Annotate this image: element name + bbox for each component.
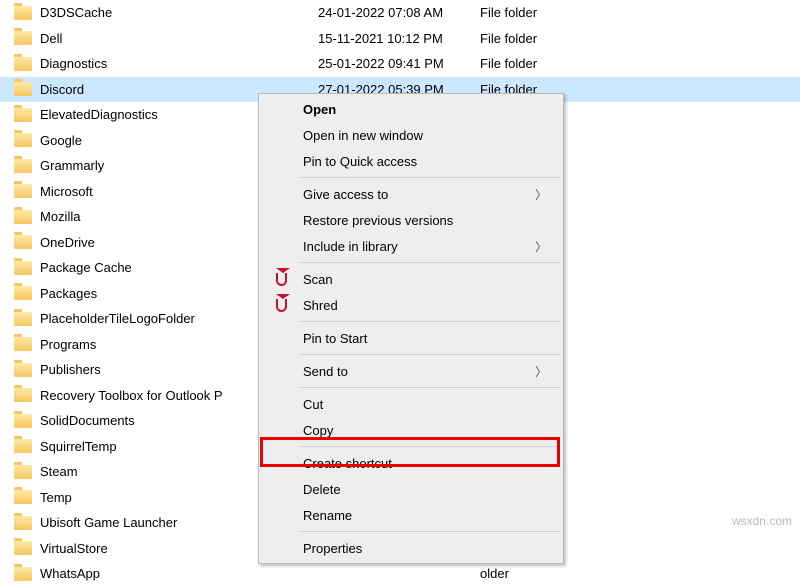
folder-icon xyxy=(14,541,32,555)
folder-icon xyxy=(14,159,32,173)
folder-icon xyxy=(14,235,32,249)
menu-create-shortcut-label: Create shortcut xyxy=(303,456,392,471)
folder-icon xyxy=(14,490,32,504)
menu-properties-label: Properties xyxy=(303,541,362,556)
menu-shred-label: Shred xyxy=(303,298,338,313)
menu-copy[interactable]: Copy xyxy=(261,417,561,443)
folder-icon xyxy=(14,286,32,300)
file-row[interactable]: WhatsApp older xyxy=(0,561,800,587)
menu-rename-label: Rename xyxy=(303,508,352,523)
file-type: File folder xyxy=(480,56,800,71)
menu-properties[interactable]: Properties xyxy=(261,535,561,561)
menu-give-access-to[interactable]: Give access to 〉 xyxy=(261,181,561,207)
folder-icon xyxy=(14,133,32,147)
menu-shred[interactable]: Shred xyxy=(261,292,561,318)
menu-include-in-library[interactable]: Include in library 〉 xyxy=(261,233,561,259)
menu-copy-label: Copy xyxy=(303,423,333,438)
menu-restore-previous[interactable]: Restore previous versions xyxy=(261,207,561,233)
menu-give-access-to-label: Give access to xyxy=(303,187,388,202)
folder-icon xyxy=(14,210,32,224)
watermark: wsxdn.com xyxy=(732,514,792,528)
menu-cut[interactable]: Cut xyxy=(261,391,561,417)
folder-icon xyxy=(14,261,32,275)
menu-include-in-library-label: Include in library xyxy=(303,239,398,254)
file-date: 15-11-2021 10:12 PM xyxy=(318,31,480,46)
folder-icon xyxy=(14,465,32,479)
folder-icon xyxy=(14,516,32,530)
menu-separator xyxy=(299,262,560,263)
folder-icon xyxy=(14,184,32,198)
folder-icon xyxy=(14,108,32,122)
menu-separator xyxy=(299,354,560,355)
menu-separator xyxy=(299,531,560,532)
menu-pin-to-start[interactable]: Pin to Start xyxy=(261,325,561,351)
menu-rename[interactable]: Rename xyxy=(261,502,561,528)
menu-cut-label: Cut xyxy=(303,397,323,412)
file-name: Diagnostics xyxy=(40,56,318,71)
menu-open-new-window[interactable]: Open in new window xyxy=(261,122,561,148)
menu-open-new-window-label: Open in new window xyxy=(303,128,423,143)
menu-restore-previous-label: Restore previous versions xyxy=(303,213,453,228)
folder-icon xyxy=(14,414,32,428)
folder-icon xyxy=(14,337,32,351)
menu-delete[interactable]: Delete xyxy=(261,476,561,502)
file-type: File folder xyxy=(480,31,800,46)
menu-open[interactable]: Open xyxy=(261,96,561,122)
folder-icon xyxy=(14,439,32,453)
file-date: 24-01-2022 07:08 AM xyxy=(318,5,480,20)
menu-separator xyxy=(299,321,560,322)
menu-separator xyxy=(299,387,560,388)
menu-send-to[interactable]: Send to 〉 xyxy=(261,358,561,384)
menu-send-to-label: Send to xyxy=(303,364,348,379)
menu-pin-quick-access[interactable]: Pin to Quick access xyxy=(261,148,561,174)
file-type: older xyxy=(480,566,800,581)
menu-scan-label: Scan xyxy=(303,272,333,287)
menu-scan[interactable]: Scan xyxy=(261,266,561,292)
chevron-right-icon: 〉 xyxy=(535,186,547,203)
folder-icon xyxy=(14,312,32,326)
menu-separator xyxy=(299,446,560,447)
folder-icon xyxy=(14,567,32,581)
menu-pin-to-start-label: Pin to Start xyxy=(303,331,367,346)
file-type: File folder xyxy=(480,5,800,20)
chevron-right-icon: 〉 xyxy=(535,238,547,255)
folder-icon xyxy=(14,363,32,377)
menu-create-shortcut[interactable]: Create shortcut xyxy=(261,450,561,476)
file-name: Dell xyxy=(40,31,318,46)
file-name: WhatsApp xyxy=(40,566,318,581)
menu-open-label: Open xyxy=(303,102,336,117)
file-date: 25-01-2022 09:41 PM xyxy=(318,56,480,71)
folder-icon xyxy=(14,82,32,96)
folder-icon xyxy=(14,57,32,71)
file-name: D3DSCache xyxy=(40,5,318,20)
file-row[interactable]: Diagnostics25-01-2022 09:41 PMFile folde… xyxy=(0,51,800,77)
file-row[interactable]: D3DSCache24-01-2022 07:08 AMFile folder xyxy=(0,0,800,26)
chevron-right-icon: 〉 xyxy=(535,363,547,380)
menu-delete-label: Delete xyxy=(303,482,341,497)
folder-icon xyxy=(14,6,32,20)
file-row[interactable]: Dell15-11-2021 10:12 PMFile folder xyxy=(0,26,800,52)
mcafee-shield-icon xyxy=(273,271,289,287)
menu-pin-quick-access-label: Pin to Quick access xyxy=(303,154,417,169)
folder-icon xyxy=(14,388,32,402)
mcafee-shield-icon xyxy=(273,297,289,313)
folder-icon xyxy=(14,31,32,45)
menu-separator xyxy=(299,177,560,178)
context-menu: Open Open in new window Pin to Quick acc… xyxy=(258,93,564,564)
